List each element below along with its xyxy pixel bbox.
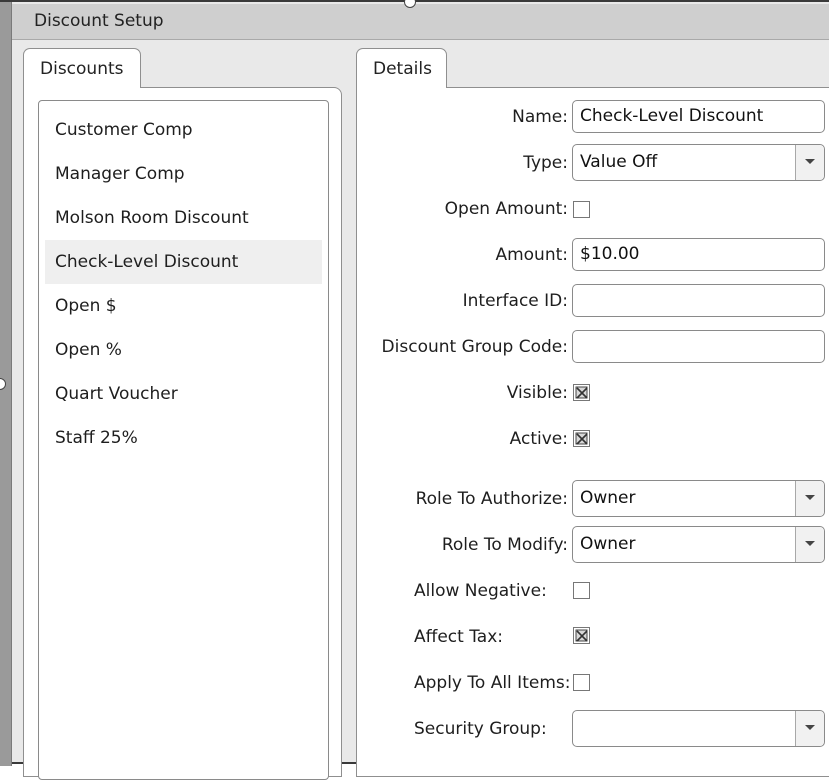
chevron-down-icon[interactable] <box>795 145 824 180</box>
role-modify-value: Owner <box>580 534 636 554</box>
window-title: Discount Setup <box>34 11 164 31</box>
affect-tax-label: Affect Tax: <box>414 627 503 647</box>
name-input[interactable]: Check-Level Discount <box>572 100 825 133</box>
chevron-down-icon[interactable] <box>795 481 824 516</box>
open-amount-label: Open Amount: <box>444 199 568 219</box>
security-group-select[interactable] <box>572 710 825 747</box>
chevron-down-icon[interactable] <box>795 527 824 562</box>
allow-negative-label: Allow Negative: <box>414 581 547 601</box>
amount-input[interactable]: $10.00 <box>572 238 825 271</box>
checkbox-x-icon <box>575 629 588 642</box>
type-select[interactable]: Value Off <box>572 144 825 181</box>
checkbox-x-icon <box>575 386 588 399</box>
discount-group-code-label: Discount Group Code: <box>381 337 568 357</box>
allow-negative-checkbox[interactable] <box>573 582 590 599</box>
role-authorize-value: Owner <box>580 488 636 508</box>
interface-id-input[interactable] <box>572 284 825 317</box>
tab-details[interactable]: Details <box>356 48 447 88</box>
visible-checkbox[interactable] <box>573 384 590 401</box>
tab-discounts[interactable]: Discounts <box>23 48 141 88</box>
visible-label: Visible: <box>506 383 568 403</box>
role-modify-label: Role To Modify: <box>441 535 568 555</box>
type-select-value: Value Off <box>580 152 658 172</box>
apply-all-label: Apply To All Items: <box>414 673 571 693</box>
amount-label: Amount: <box>495 245 568 265</box>
affect-tax-checkbox[interactable] <box>573 627 590 644</box>
type-label: Type: <box>523 153 568 173</box>
title-bar: Discount Setup <box>12 4 829 40</box>
apply-all-checkbox[interactable] <box>573 674 590 691</box>
discount-setup-window: Discount Setup Discounts Customer Comp Ma… <box>0 0 829 780</box>
role-modify-select[interactable]: Owner <box>572 526 825 563</box>
role-authorize-label: Role To Authorize: <box>415 489 568 509</box>
discount-group-code-input[interactable] <box>572 330 825 363</box>
role-authorize-select[interactable]: Owner <box>572 480 825 517</box>
active-checkbox[interactable] <box>573 430 590 447</box>
name-label: Name: <box>512 107 568 127</box>
chevron-down-icon[interactable] <box>795 711 824 746</box>
open-amount-checkbox[interactable] <box>573 201 590 218</box>
interface-id-label: Interface ID: <box>462 291 568 311</box>
security-group-label: Security Group: <box>414 719 547 739</box>
checkbox-x-icon <box>575 432 588 445</box>
active-label: Active: <box>509 429 568 449</box>
